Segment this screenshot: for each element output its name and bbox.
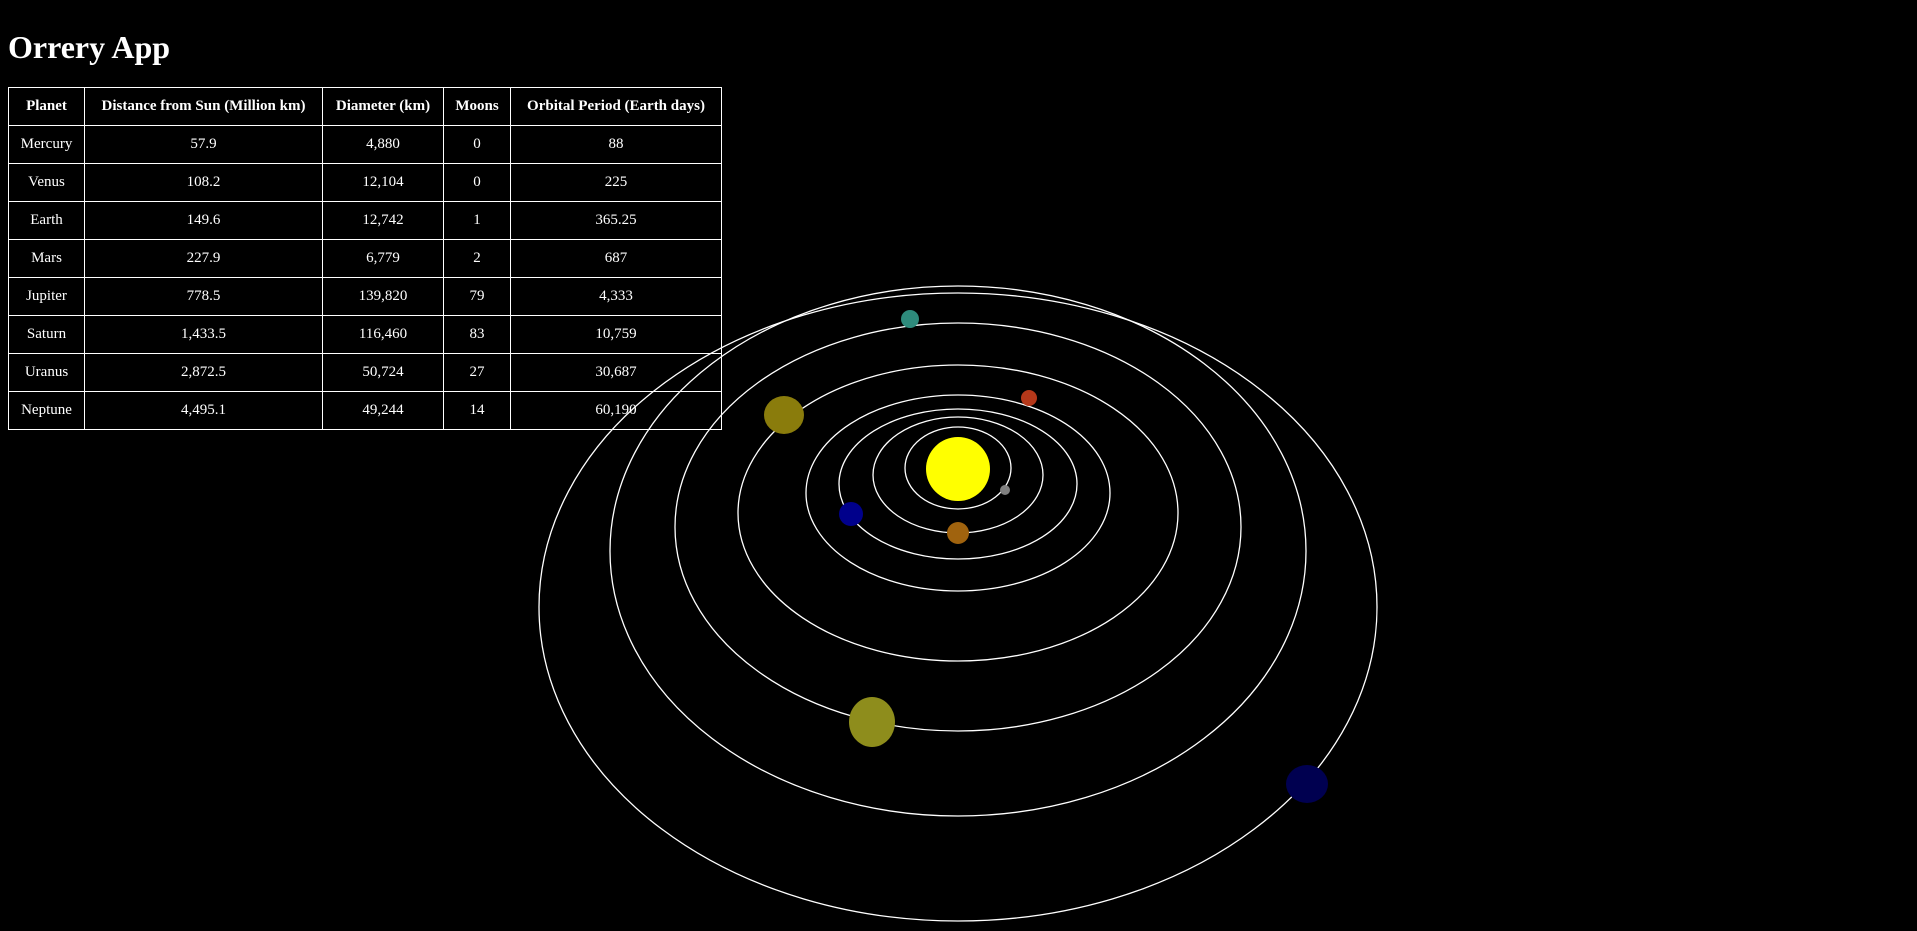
planet-earth [839,502,863,526]
cell-moons: 0 [443,163,511,202]
table-row: Saturn 1,433.5 116,460 83 10,759 [8,315,722,354]
planet-venus [947,522,969,544]
table-row: Jupiter 778.5 139,820 79 4,333 [8,277,722,316]
cell-diameter: 116,460 [322,315,444,354]
cell-distance: 1,433.5 [84,315,323,354]
header-period: Orbital Period (Earth days) [510,87,722,126]
table-row: Earth 149.6 12,742 1 365.25 [8,201,722,240]
cell-planet: Mercury [8,125,85,164]
cell-planet: Neptune [8,391,85,430]
cell-moons: 14 [443,391,511,430]
cell-planet: Saturn [8,315,85,354]
planet-uranus [901,310,919,328]
cell-distance: 57.9 [84,125,323,164]
header-moons: Moons [443,87,511,126]
header-planet: Planet [8,87,85,126]
cell-diameter: 49,244 [322,391,444,430]
cell-period: 30,687 [510,353,722,392]
cell-diameter: 6,779 [322,239,444,278]
cell-period: 687 [510,239,722,278]
cell-distance: 4,495.1 [84,391,323,430]
table-row: Uranus 2,872.5 50,724 27 30,687 [8,353,722,392]
cell-diameter: 139,820 [322,277,444,316]
cell-moons: 27 [443,353,511,392]
cell-moons: 1 [443,201,511,240]
cell-planet: Jupiter [8,277,85,316]
cell-moons: 83 [443,315,511,354]
table-row: Venus 108.2 12,104 0 225 [8,163,722,202]
cell-moons: 0 [443,125,511,164]
cell-distance: 227.9 [84,239,323,278]
planet-saturn [849,697,895,747]
cell-planet: Mars [8,239,85,278]
cell-planet: Uranus [8,353,85,392]
cell-period: 10,759 [510,315,722,354]
cell-distance: 149.6 [84,201,323,240]
table-row: Mars 227.9 6,779 2 687 [8,239,722,278]
page-title: Orrery App [8,29,171,65]
cell-period: 60,190 [510,391,722,430]
table-header-row: Planet Distance from Sun (Million km) Di… [8,87,722,126]
planet-mercury [1000,485,1010,495]
cell-planet: Venus [8,163,85,202]
planet-neptune [1286,765,1328,803]
cell-period: 88 [510,125,722,164]
header-diameter: Diameter (km) [322,87,444,126]
cell-moons: 79 [443,277,511,316]
table-row: Mercury 57.9 4,880 0 88 [8,125,722,164]
cell-diameter: 12,742 [322,201,444,240]
table-row: Neptune 4,495.1 49,244 14 60,190 [8,391,722,430]
planet-mars [1021,390,1037,406]
cell-distance: 108.2 [84,163,323,202]
cell-period: 225 [510,163,722,202]
cell-planet: Earth [8,201,85,240]
sun [926,437,990,501]
planet-data-table: Planet Distance from Sun (Million km) Di… [8,87,722,430]
header-distance: Distance from Sun (Million km) [84,87,323,126]
cell-distance: 778.5 [84,277,323,316]
cell-diameter: 12,104 [322,163,444,202]
planet-jupiter [764,396,804,434]
cell-diameter: 4,880 [322,125,444,164]
cell-moons: 2 [443,239,511,278]
cell-distance: 2,872.5 [84,353,323,392]
cell-diameter: 50,724 [322,353,444,392]
cell-period: 4,333 [510,277,722,316]
cell-period: 365.25 [510,201,722,240]
orrery-app: Orrery App Planet Distance from Sun (Mil… [0,0,1917,931]
